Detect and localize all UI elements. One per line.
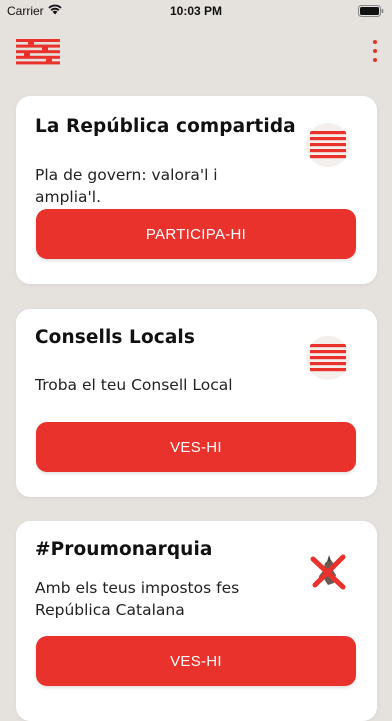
crossed-out-monarchy-icon	[310, 554, 346, 590]
brand-logo-menu-icon[interactable]	[16, 39, 60, 65]
card-description: Amb els teus impostos fes República Cata…	[35, 579, 240, 619]
ves-hi-button[interactable]: VES-HI	[36, 422, 356, 472]
card-title: #Proumonarquia	[35, 539, 213, 560]
card-description: Troba el teu Consell Local	[35, 376, 233, 394]
ves-hi-button[interactable]: VES-HI	[36, 636, 356, 686]
card-consells-locals: Consells Locals Troba el teu Consell Loc…	[16, 309, 377, 497]
card-description: Pla de govern: valora'l i amplia'l.	[35, 166, 218, 206]
status-bar: Carrier 10:03 PM	[0, 0, 392, 22]
participa-button[interactable]: PARTICIPA-HI	[36, 209, 356, 259]
stripes-logo-icon	[306, 336, 350, 380]
card-title: La República compartida	[35, 116, 296, 137]
more-vertical-icon[interactable]	[369, 39, 381, 65]
card-proumonarquia: #Proumonarquia Amb els teus impostos fes…	[16, 521, 377, 721]
status-time: 10:03 PM	[169, 4, 223, 18]
stripes-logo-icon	[306, 123, 350, 167]
battery-icon	[358, 5, 384, 17]
card-title: Consells Locals	[35, 327, 195, 348]
nav-bar	[0, 22, 392, 82]
card-republica-compartida: La República compartida Pla de govern: v…	[16, 96, 377, 284]
